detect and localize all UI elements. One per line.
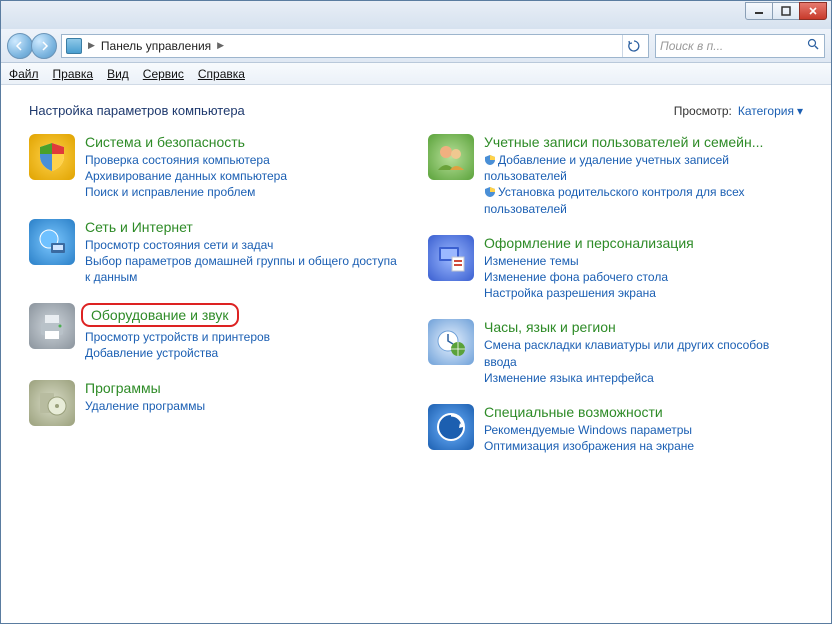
refresh-button[interactable] xyxy=(622,35,644,57)
view-by: Просмотр: Категория ▾ xyxy=(674,104,803,118)
people-icon xyxy=(428,134,474,180)
window-frame: ▶ Панель управления ▶ Поиск в п... Файл … xyxy=(0,0,832,624)
search-input[interactable]: Поиск в п... xyxy=(655,34,825,58)
category-link[interactable]: Добавление устройства xyxy=(85,345,404,361)
view-by-value: Категория xyxy=(738,104,794,118)
category-link[interactable]: Удаление программы xyxy=(85,398,404,414)
category-clock-language: Часы, язык и регион Смена раскладки клав… xyxy=(428,319,803,386)
breadcrumb-sep-icon: ▶ xyxy=(86,40,97,51)
category-system-security: Система и безопасность Проверка состояни… xyxy=(29,134,404,201)
category-programs: Программы Удаление программы xyxy=(29,380,404,426)
back-button[interactable] xyxy=(7,33,33,59)
category-link[interactable]: Настройка разрешения экрана xyxy=(484,285,803,301)
right-column: Учетные записи пользователей и семейн...… xyxy=(428,134,803,454)
address-bar[interactable]: ▶ Панель управления ▶ xyxy=(61,34,649,58)
globe-network-icon xyxy=(29,219,75,265)
category-link[interactable]: Оптимизация изображения на экране xyxy=(484,438,803,454)
chevron-down-icon: ▾ xyxy=(797,104,803,118)
category-link[interactable]: Смена раскладки клавиатуры или других сп… xyxy=(484,337,803,369)
category-network: Сеть и Интернет Просмотр состояния сети … xyxy=(29,219,404,286)
category-appearance: Оформление и персонализация Изменение те… xyxy=(428,235,803,302)
category-link[interactable]: Поиск и исправление проблем xyxy=(85,184,404,200)
category-link[interactable]: Рекомендуемые Windows параметры xyxy=(484,422,803,438)
menu-tools[interactable]: Сервис xyxy=(143,67,184,81)
uac-shield-icon xyxy=(484,154,496,166)
view-by-label: Просмотр: xyxy=(674,104,732,118)
window-controls xyxy=(746,2,827,20)
maximize-button[interactable] xyxy=(772,2,800,20)
disc-box-icon xyxy=(29,380,75,426)
search-icon xyxy=(807,38,820,54)
category-link[interactable]: Архивирование данных компьютера xyxy=(85,168,404,184)
navbar: ▶ Панель управления ▶ Поиск в п... xyxy=(1,29,831,63)
menu-view[interactable]: Вид xyxy=(107,67,129,81)
breadcrumb[interactable]: Панель управления xyxy=(101,39,211,53)
category-link[interactable]: Изменение языка интерфейса xyxy=(484,370,803,386)
category-link[interactable]: Просмотр устройств и принтеров xyxy=(85,329,404,345)
page-title: Настройка параметров компьютера xyxy=(29,103,245,118)
category-title[interactable]: Программы xyxy=(85,380,161,396)
category-user-accounts: Учетные записи пользователей и семейн...… xyxy=(428,134,803,217)
minimize-button[interactable] xyxy=(745,2,773,20)
category-title[interactable]: Учетные записи пользователей и семейн... xyxy=(484,134,763,150)
search-placeholder: Поиск в п... xyxy=(660,39,723,53)
category-link[interactable]: Изменение темы xyxy=(484,253,803,269)
category-title[interactable]: Оформление и персонализация xyxy=(484,235,694,251)
view-by-dropdown[interactable]: Категория ▾ xyxy=(738,104,803,118)
category-hardware-sound: Оборудование и звук Просмотр устройств и… xyxy=(29,303,404,361)
menu-edit[interactable]: Правка xyxy=(53,67,94,81)
category-title[interactable]: Сеть и Интернет xyxy=(85,219,193,235)
clock-globe-icon xyxy=(428,319,474,365)
category-title[interactable]: Оборудование и звук xyxy=(81,303,239,327)
ease-of-access-icon xyxy=(428,404,474,450)
forward-button[interactable] xyxy=(31,33,57,59)
content-area: Настройка параметров компьютера Просмотр… xyxy=(1,85,831,623)
uac-shield-icon xyxy=(484,186,496,198)
category-title[interactable]: Часы, язык и регион xyxy=(484,319,616,335)
category-ease-of-access: Специальные возможности Рекомендуемые Wi… xyxy=(428,404,803,454)
category-link[interactable]: Выбор параметров домашней группы и общег… xyxy=(85,253,404,285)
close-button[interactable] xyxy=(799,2,827,20)
category-link[interactable]: Просмотр состояния сети и задач xyxy=(85,237,404,253)
category-link[interactable]: Добавление и удаление учетных записей по… xyxy=(484,152,803,184)
shield-icon xyxy=(29,134,75,180)
printer-icon xyxy=(29,303,75,349)
menu-help[interactable]: Справка xyxy=(198,67,245,81)
category-link[interactable]: Изменение фона рабочего стола xyxy=(484,269,803,285)
menubar: Файл Правка Вид Сервис Справка xyxy=(1,63,831,85)
appearance-icon xyxy=(428,235,474,281)
category-columns: Система и безопасность Проверка состояни… xyxy=(29,134,803,454)
category-link[interactable]: Установка родительского контроля для все… xyxy=(484,184,803,216)
left-column: Система и безопасность Проверка состояни… xyxy=(29,134,404,454)
menu-file[interactable]: Файл xyxy=(9,67,39,81)
category-title[interactable]: Система и безопасность xyxy=(85,134,245,150)
breadcrumb-sep-icon: ▶ xyxy=(215,40,226,51)
heading-row: Настройка параметров компьютера Просмотр… xyxy=(29,103,803,118)
category-title[interactable]: Специальные возможности xyxy=(484,404,663,420)
control-panel-icon xyxy=(66,38,82,54)
nav-arrows xyxy=(7,33,55,59)
titlebar xyxy=(1,1,831,29)
category-link[interactable]: Проверка состояния компьютера xyxy=(85,152,404,168)
